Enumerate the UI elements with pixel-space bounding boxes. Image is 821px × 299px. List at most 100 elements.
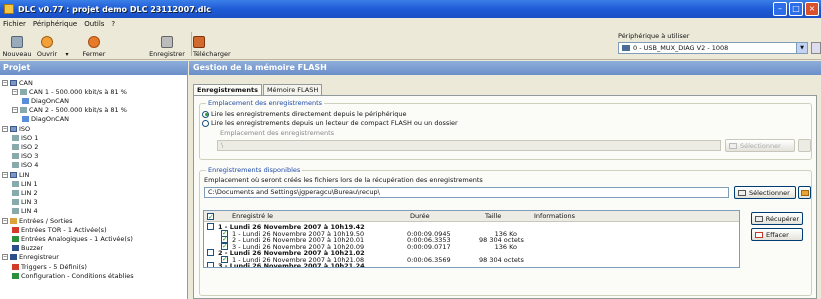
tree-node-label: CAN 1 - 500.000 kbit/s à 81 %	[29, 87, 127, 96]
menu-help[interactable]: ?	[111, 20, 115, 28]
tab-memoire-flash[interactable]: Mémoire FLASH	[262, 84, 323, 95]
tree-node[interactable]: ISO 2	[12, 142, 38, 151]
menu-bar: Fichier Périphérique Outils ?	[0, 18, 821, 29]
tree-node-label: CAN	[19, 78, 33, 87]
header-duration[interactable]: Durée	[410, 211, 430, 222]
select-all-checkbox[interactable]	[207, 212, 214, 223]
maximize-button[interactable]: □	[789, 2, 803, 16]
recording-group-row[interactable]: 3 - Lundi 26 Novembre 2007 à 10h21.24	[204, 262, 739, 267]
radio-dot	[202, 110, 209, 118]
tree-node[interactable]: − ISO	[2, 124, 30, 133]
tree-node[interactable]: ISO 3	[12, 152, 38, 161]
bus-icon	[12, 153, 19, 160]
recorder-icon	[10, 254, 17, 261]
io-icon	[10, 217, 17, 224]
tree-node-label: DiagOnCAN	[31, 96, 70, 105]
new-document-icon	[11, 36, 23, 48]
expand-toggle-icon[interactable]: −	[2, 254, 8, 261]
open-dropdown-button[interactable]: ▾	[62, 31, 72, 58]
can-icon	[10, 125, 17, 132]
bus-icon	[12, 134, 19, 141]
tor-icon	[12, 226, 19, 233]
tree-node[interactable]: ISO 4	[12, 161, 38, 170]
select-icon	[738, 189, 746, 196]
header-date[interactable]: Enregistré le	[232, 211, 273, 222]
menu-peripherique[interactable]: Périphérique	[33, 20, 77, 28]
expand-toggle-icon[interactable]: −	[12, 107, 18, 114]
location-path-field[interactable]: \	[217, 140, 721, 151]
output-folder-button[interactable]	[798, 186, 811, 199]
tree-node-label: DiagOnCAN	[31, 115, 70, 124]
tree-node[interactable]: DiagOnCAN	[22, 115, 69, 124]
can-icon	[10, 171, 17, 178]
tree-node[interactable]: LIN 4	[12, 207, 38, 216]
tree-node[interactable]: − CAN 1 - 500.000 kbit/s à 81 %	[12, 87, 127, 96]
node-icon	[22, 116, 29, 123]
expand-toggle-icon[interactable]: −	[2, 125, 8, 132]
bus-icon	[12, 189, 19, 196]
tree-node[interactable]: DiagOnCAN	[22, 96, 69, 105]
expand-toggle-icon[interactable]: −	[2, 217, 8, 224]
tree-node-label: CAN 2 - 500.000 kbit/s à 81 %	[29, 106, 127, 115]
download-button[interactable]: Télécharger	[193, 31, 231, 58]
header-size[interactable]: Taille	[485, 211, 501, 222]
bus-icon	[12, 208, 19, 215]
device-select[interactable]: 0 - USB_MUX_DIAG V2 - 1008 ▼	[618, 42, 808, 54]
app-icon	[4, 4, 14, 14]
location-select-button[interactable]: Sélectionner	[725, 139, 795, 152]
tree-node[interactable]: LIN 1	[12, 179, 38, 188]
menu-fichier[interactable]: Fichier	[3, 20, 26, 28]
new-button[interactable]: Nouveau	[3, 31, 31, 58]
trigger-icon	[12, 263, 19, 270]
tree-node[interactable]: LIN 2	[12, 188, 38, 197]
tree-node-label: LIN	[19, 170, 30, 179]
tree-node[interactable]: Buzzer	[12, 244, 43, 253]
tree-node[interactable]: Triggers - 5 Défini(s)	[12, 262, 87, 271]
radio-dot	[202, 119, 209, 127]
close-project-button[interactable]: Fermer	[78, 31, 110, 58]
refresh-device-button[interactable]	[811, 42, 821, 54]
open-button[interactable]: Ouvrir	[34, 31, 60, 58]
tree-node[interactable]: Entrées TOR - 1 Activée(s)	[12, 225, 107, 234]
tree-node[interactable]: − CAN 2 - 500.000 kbit/s à 81 %	[12, 106, 127, 115]
expand-toggle-icon[interactable]: −	[12, 88, 18, 95]
chevron-down-icon[interactable]: ▼	[796, 43, 807, 53]
recover-icon	[755, 215, 763, 222]
menu-outils[interactable]: Outils	[84, 20, 104, 28]
expand-toggle-icon[interactable]: −	[2, 79, 8, 86]
select-icon	[729, 142, 737, 149]
output-path-field[interactable]: C:\Documents and Settings\jgperagcu\Bure…	[204, 187, 729, 198]
location-legend: Emplacement des enregistrements	[206, 99, 324, 107]
folder-icon	[801, 190, 809, 196]
tree-node[interactable]: − Enregistreur	[2, 253, 59, 262]
tree-node-label: ISO	[19, 124, 31, 133]
minimize-button[interactable]: –	[773, 2, 787, 16]
location-folder-button[interactable]	[798, 139, 811, 152]
close-project-icon	[88, 36, 100, 48]
tree-node-label: ISO 4	[21, 161, 39, 170]
tree-node[interactable]: ISO 1	[12, 133, 38, 142]
tree-node[interactable]: − Entrées / Sorties	[2, 216, 73, 225]
radio-read-device[interactable]: Lire les enregistrements directement dep…	[202, 110, 407, 118]
delete-button[interactable]: Effacer	[751, 228, 803, 241]
tree-node[interactable]: Configuration - Conditions établies	[12, 271, 134, 280]
row-checkbox[interactable]	[207, 262, 214, 267]
tree-node[interactable]: − CAN	[2, 78, 33, 87]
buzzer-icon	[12, 245, 19, 252]
main-header: Gestion de la mémoire FLASH	[189, 61, 821, 75]
tree-node[interactable]: LIN 3	[12, 198, 38, 207]
toolbar-separator	[191, 32, 192, 56]
tree-node[interactable]: Entrées Analogiques - 1 Activée(s)	[12, 234, 133, 243]
output-select-button[interactable]: Sélectionner	[734, 186, 796, 199]
expand-toggle-icon[interactable]: −	[2, 171, 8, 178]
save-button[interactable]: Enregistrer	[145, 31, 189, 58]
bus-icon	[12, 162, 19, 169]
radio-read-flash-folder[interactable]: Lire les enregistrements depuis un lecte…	[202, 119, 458, 127]
header-select-all[interactable]	[207, 211, 214, 223]
header-info[interactable]: Informations	[534, 211, 575, 222]
download-icon	[193, 36, 205, 48]
close-window-button[interactable]: ×	[805, 2, 819, 16]
config-icon	[12, 272, 19, 279]
recover-button[interactable]: Récupérer	[751, 212, 803, 225]
tree-node[interactable]: − LIN	[2, 170, 29, 179]
